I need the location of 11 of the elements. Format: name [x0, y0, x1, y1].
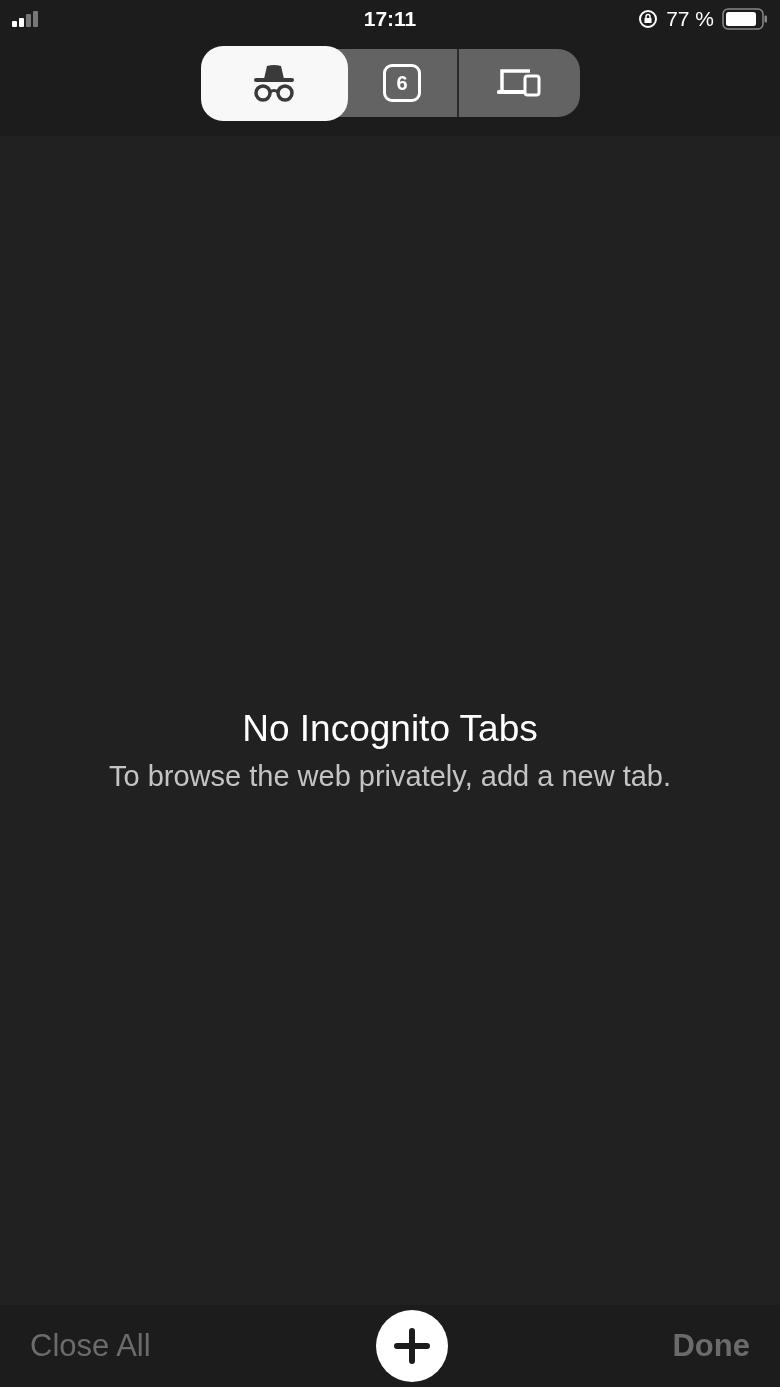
battery-percentage: 77 %: [666, 7, 714, 31]
status-time: 17:11: [362, 7, 418, 31]
tab[interactable]: 6: [336, 49, 459, 117]
empty-state-title: No Incognito Tabs: [242, 708, 538, 750]
devices-icon: [496, 67, 542, 99]
empty-state-message: To browse the web privately, add a new tab.: [108, 760, 672, 793]
tab[interactable]: [458, 49, 580, 117]
rotation-lock-icon: [638, 9, 659, 29]
battery-icon: [722, 8, 768, 30]
plus-icon: [391, 1326, 432, 1366]
tab[interactable]: [200, 45, 348, 121]
